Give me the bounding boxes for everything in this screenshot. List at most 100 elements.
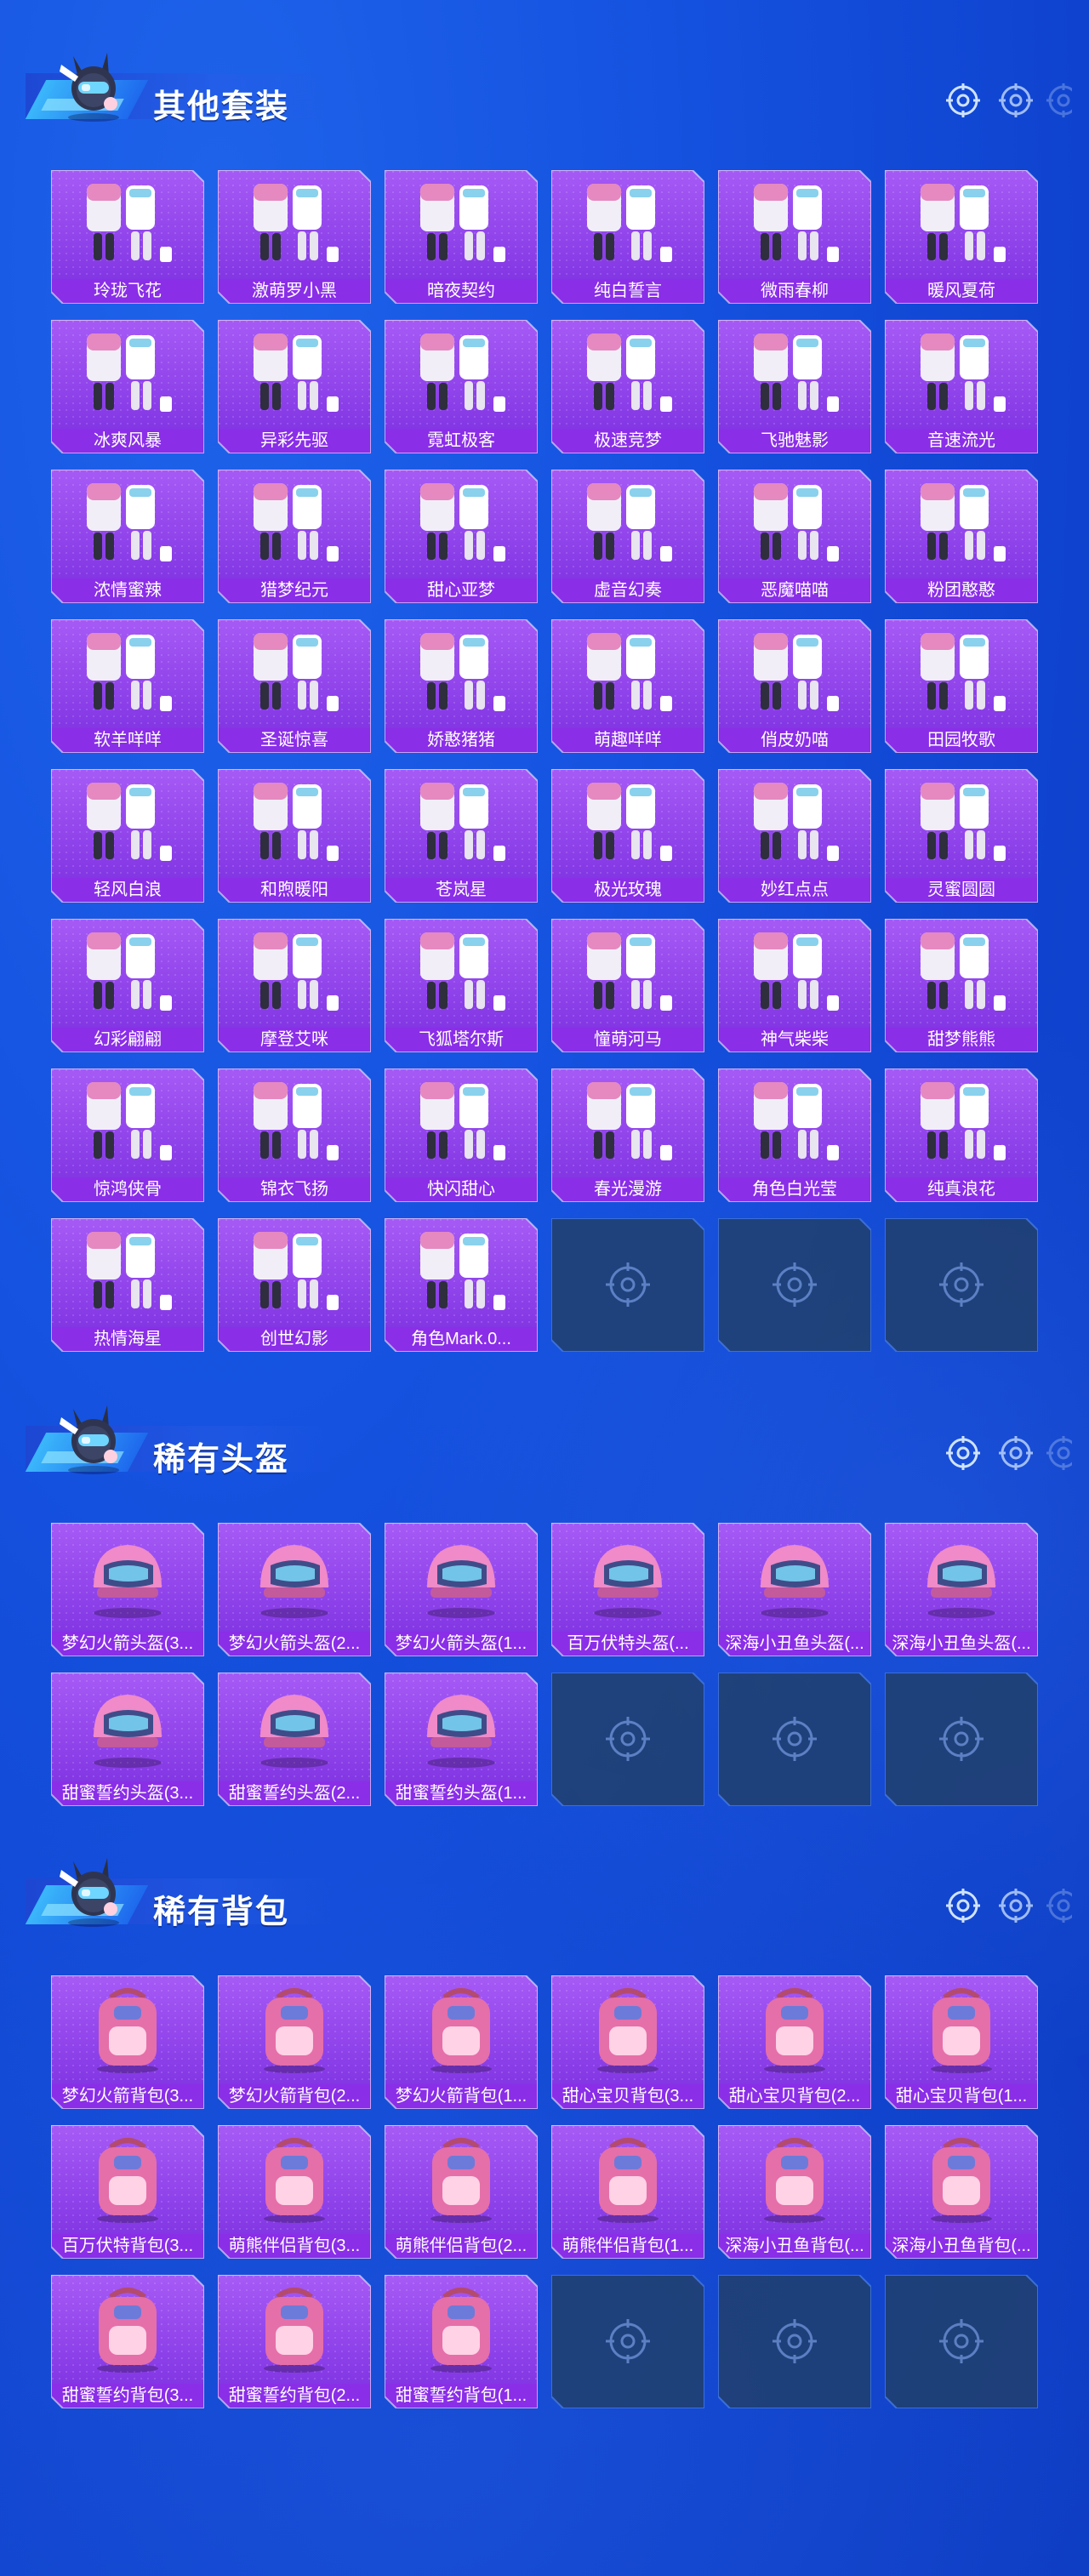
item-card[interactable]: 恶魔喵喵: [718, 470, 871, 603]
item-card[interactable]: 猎梦纪元: [218, 470, 371, 603]
outfit-icon: [921, 333, 1006, 412]
item-card[interactable]: 圣诞惊喜: [218, 619, 371, 753]
item-card[interactable]: 粉团憨憨: [885, 470, 1038, 603]
item-label: 梦幻火箭背包(3...: [61, 2087, 194, 2106]
item-card[interactable]: 霓虹极客: [385, 320, 538, 453]
item-card[interactable]: 梦幻火箭头盔(3...: [51, 1523, 204, 1656]
item-card[interactable]: 幻彩翩翩: [51, 919, 204, 1052]
item-card[interactable]: 萌熊伴侣背包(3...: [218, 2125, 371, 2259]
target-reticle-icons: [946, 1889, 1072, 1923]
item-card[interactable]: 极速竞梦: [551, 320, 704, 453]
item-card[interactable]: 甜心宝贝背包(2...: [718, 1975, 871, 2109]
item-label: 憧萌河马: [594, 1030, 662, 1049]
item-card[interactable]: 萌熊伴侣背包(1...: [551, 2125, 704, 2259]
item-card[interactable]: 春光漫游: [551, 1069, 704, 1202]
item-card[interactable]: 甜蜜誓约背包(1...: [385, 2275, 538, 2408]
item-card[interactable]: 萌熊伴侣背包(2...: [385, 2125, 538, 2259]
item-card[interactable]: 快闪甜心: [385, 1069, 538, 1202]
item-card[interactable]: 田园牧歌: [885, 619, 1038, 753]
item-card[interactable]: 角色白光莹: [718, 1069, 871, 1202]
item-card[interactable]: 极光玫瑰: [551, 769, 704, 903]
section-header: 稀有背包: [25, 1848, 1072, 1933]
backpack-icon: [430, 2288, 492, 2373]
item-card[interactable]: 冰爽风暴: [51, 320, 204, 453]
item-card[interactable]: 甜心亚梦: [385, 470, 538, 603]
item-card[interactable]: 深海小丑鱼头盔(...: [718, 1523, 871, 1656]
item-card[interactable]: 飞驰魅影: [718, 320, 871, 453]
empty-slot: [717, 2274, 872, 2409]
item-card[interactable]: 甜蜜誓约背包(3...: [51, 2275, 204, 2408]
item-card[interactable]: 百万伏特头盔(...: [551, 1523, 704, 1656]
item-card[interactable]: 神气柴柴: [718, 919, 871, 1052]
outfit-icon: [254, 932, 339, 1011]
item-label: 锦衣飞扬: [260, 1180, 328, 1199]
item-card[interactable]: 和煦暖阳: [218, 769, 371, 903]
outfit-icon: [254, 633, 339, 711]
outfit-icon: [87, 932, 172, 1011]
item-card[interactable]: 梦幻火箭背包(1...: [385, 1975, 538, 2109]
item-card[interactable]: 梦幻火箭背包(2...: [218, 1975, 371, 2109]
outfit-icon: [587, 633, 672, 711]
item-card[interactable]: 深海小丑鱼背包(...: [718, 2125, 871, 2259]
empty-slot-reticle-icon: [717, 1672, 872, 1807]
item-label: 极速竞梦: [594, 431, 662, 450]
item-card[interactable]: 娇憨猪猪: [385, 619, 538, 753]
item-card[interactable]: 音速流光: [885, 320, 1038, 453]
item-card[interactable]: 玲珑飞花: [51, 170, 204, 304]
item-card[interactable]: 锦衣飞扬: [218, 1069, 371, 1202]
backpack-icon: [264, 1988, 325, 2073]
item-card[interactable]: 角色Mark.0...: [385, 1218, 538, 1352]
item-card[interactable]: 妙红点点: [718, 769, 871, 903]
outfit-icon: [754, 184, 839, 262]
item-card[interactable]: 甜蜜誓约头盔(2...: [218, 1673, 371, 1806]
backpack-icon: [764, 2138, 825, 2223]
item-card[interactable]: 憧萌河马: [551, 919, 704, 1052]
helmet-icon: [594, 1545, 662, 1618]
item-card[interactable]: 梦幻火箭头盔(2...: [218, 1523, 371, 1656]
item-card[interactable]: 纯真浪花: [885, 1069, 1038, 1202]
backpack-icon: [430, 1988, 492, 2073]
item-card[interactable]: 异彩先驱: [218, 320, 371, 453]
item-card[interactable]: 激萌罗小黑: [218, 170, 371, 304]
empty-slot-reticle-icon: [884, 2274, 1039, 2409]
item-card[interactable]: 梦幻火箭背包(3...: [51, 1975, 204, 2109]
item-card[interactable]: 创世幻影: [218, 1218, 371, 1352]
item-label: 热情海星: [94, 1330, 162, 1348]
outfit-icon: [587, 783, 672, 861]
outfit-icon: [254, 783, 339, 861]
item-card[interactable]: 甜蜜誓约头盔(3...: [51, 1673, 204, 1806]
item-card[interactable]: 轻风白浪: [51, 769, 204, 903]
item-card[interactable]: 苍岚星: [385, 769, 538, 903]
item-card[interactable]: 俏皮奶喵: [718, 619, 871, 753]
item-card[interactable]: 暖风夏荷: [885, 170, 1038, 304]
item-card[interactable]: 热情海星: [51, 1218, 204, 1352]
item-card[interactable]: 暗夜契约: [385, 170, 538, 304]
item-label: 创世幻影: [260, 1330, 328, 1348]
item-card[interactable]: 纯白誓言: [551, 170, 704, 304]
item-label: 纯白誓言: [594, 282, 662, 300]
item-card[interactable]: 甜蜜誓约头盔(1...: [385, 1673, 538, 1806]
item-card[interactable]: 虚音幻奏: [551, 470, 704, 603]
outfit-icon: [420, 483, 505, 561]
item-card[interactable]: 甜心宝贝背包(3...: [551, 1975, 704, 2109]
item-card[interactable]: 深海小丑鱼背包(...: [885, 2125, 1038, 2259]
item-card[interactable]: 甜心宝贝背包(1...: [885, 1975, 1038, 2109]
outfit-icon: [587, 1082, 672, 1160]
item-card[interactable]: 灵蜜圆圆: [885, 769, 1038, 903]
item-label: 暖风夏荷: [927, 282, 995, 300]
item-card[interactable]: 梦幻火箭头盔(1...: [385, 1523, 538, 1656]
outfit-icon: [87, 483, 172, 561]
item-card[interactable]: 飞狐塔尔斯: [385, 919, 538, 1052]
item-card[interactable]: 甜蜜誓约背包(2...: [218, 2275, 371, 2408]
item-card[interactable]: 惊鸿侠骨: [51, 1069, 204, 1202]
item-label: 甜蜜誓约背包(3...: [61, 2386, 194, 2405]
item-card[interactable]: 甜梦熊熊: [885, 919, 1038, 1052]
item-card[interactable]: 软羊咩咩: [51, 619, 204, 753]
item-card[interactable]: 浓情蜜辣: [51, 470, 204, 603]
outfit-icon: [87, 1082, 172, 1160]
item-card[interactable]: 萌趣咩咩: [551, 619, 704, 753]
item-card[interactable]: 微雨春柳: [718, 170, 871, 304]
item-card[interactable]: 深海小丑鱼头盔(...: [885, 1523, 1038, 1656]
item-card[interactable]: 百万伏特背包(3...: [51, 2125, 204, 2259]
item-card[interactable]: 摩登艾咪: [218, 919, 371, 1052]
